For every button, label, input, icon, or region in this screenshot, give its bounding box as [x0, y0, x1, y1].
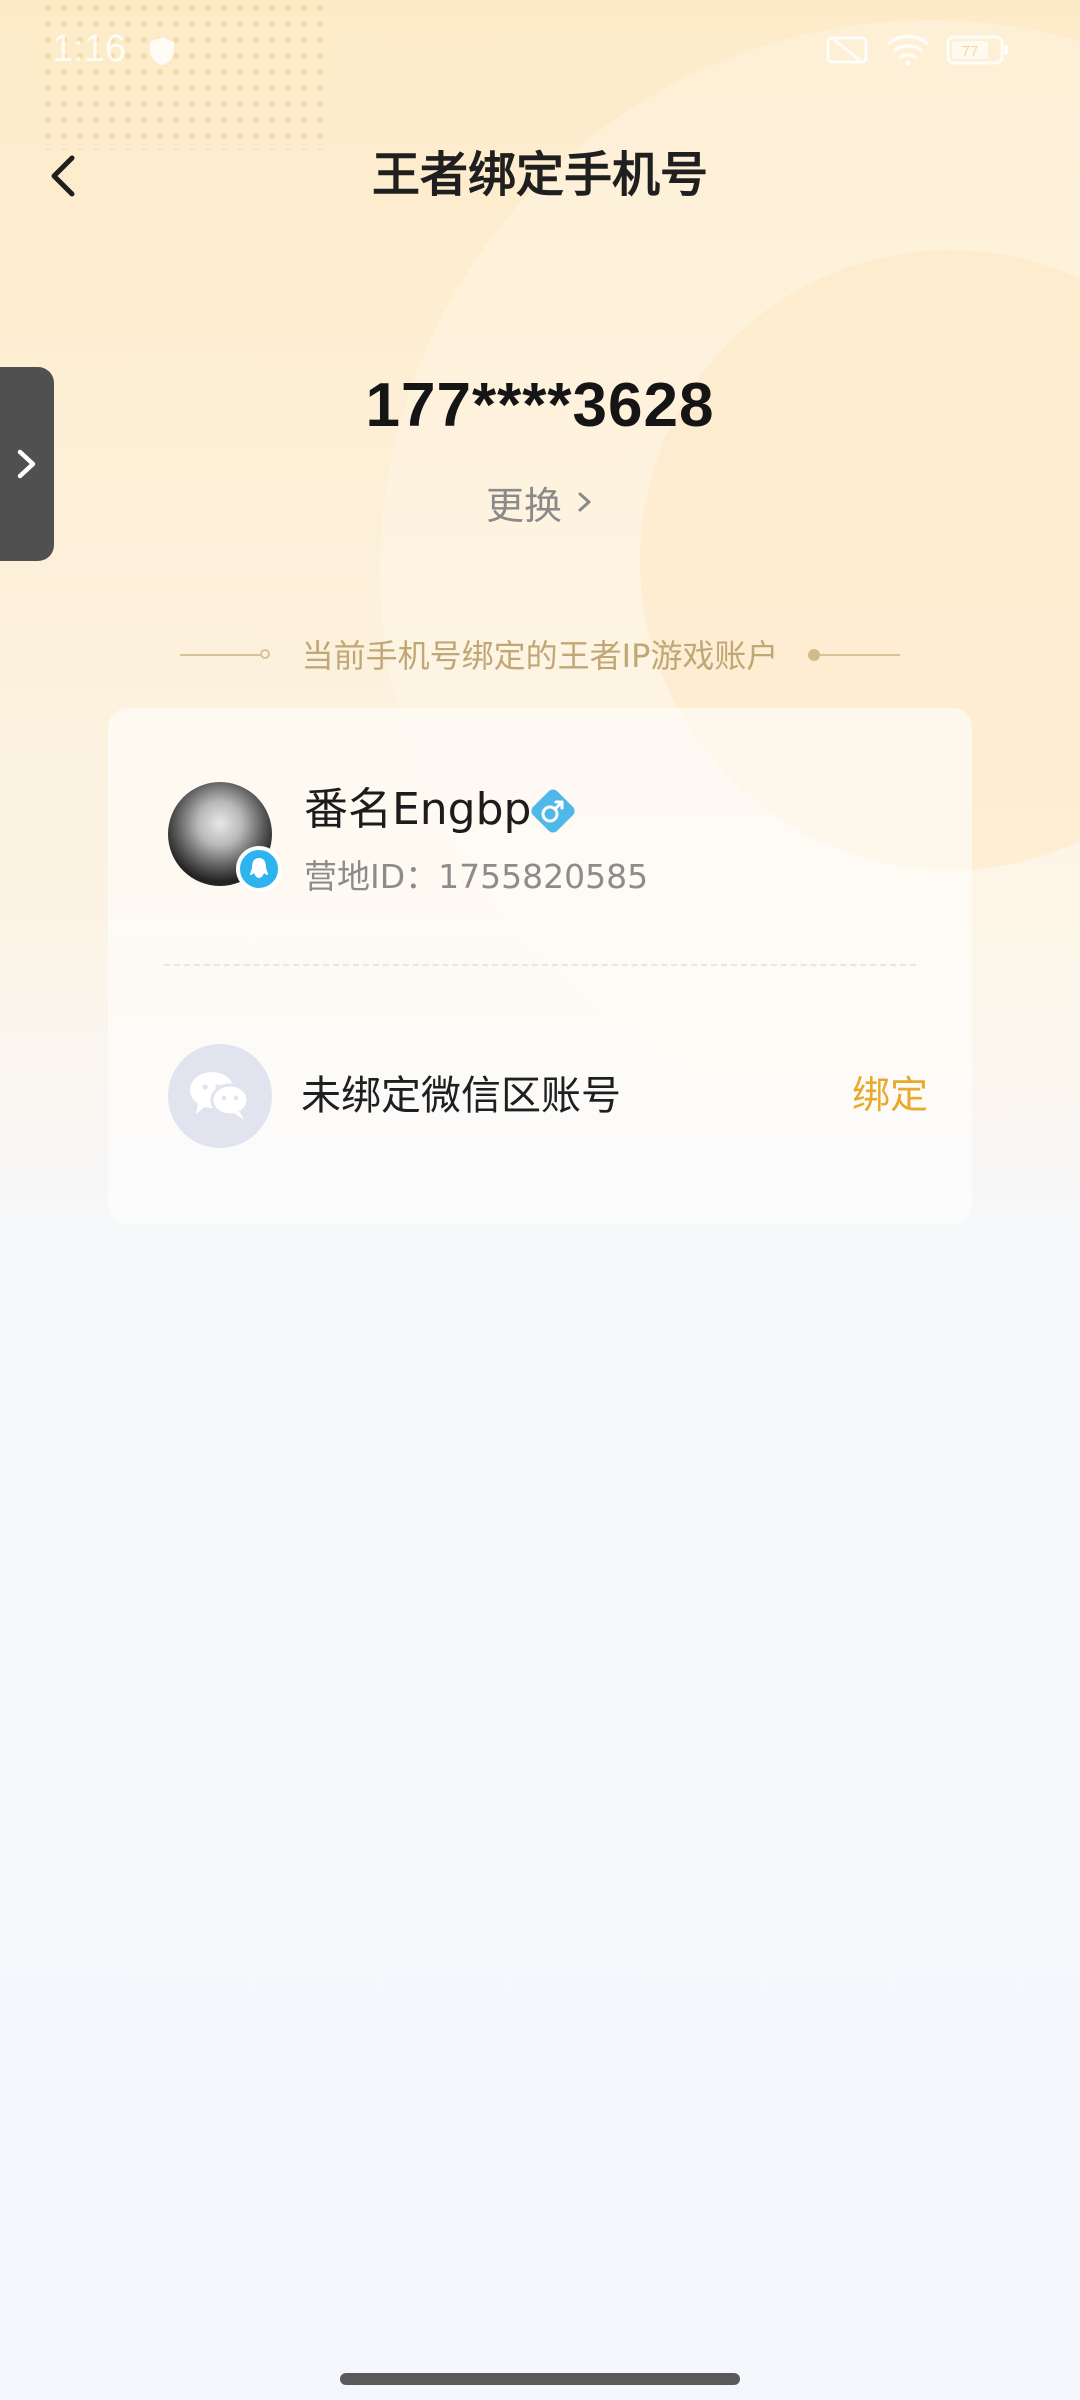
wechat-unbound-status: 未绑定微信区账号 [301, 1073, 621, 1119]
account-nickname: 番名Engbp [304, 784, 532, 835]
decorative-line [820, 654, 900, 656]
home-indicator[interactable] [340, 2373, 740, 2385]
status-time: 1:16 [52, 28, 126, 70]
bind-wechat-button[interactable]: 绑定 [828, 1062, 928, 1128]
chevron-right-icon [578, 492, 591, 512]
qq-icon [236, 846, 282, 892]
camp-id: 营地ID：1755820585 [304, 857, 649, 896]
wechat-icon [168, 1044, 272, 1148]
decorative-dot [808, 649, 820, 661]
page-title: 王者绑定手机号 [371, 147, 708, 203]
section-caption-text: 当前手机号绑定的王者IP游戏账户 [301, 637, 779, 675]
male-icon [531, 789, 575, 833]
wifi-icon [886, 34, 930, 66]
divider [164, 964, 916, 966]
section-caption: 当前手机号绑定的王者IP游戏账户 [0, 628, 1080, 684]
chevron-right-icon [17, 449, 36, 479]
change-label: 更换 [485, 483, 562, 528]
status-bar: 1:16 77 [0, 0, 1080, 100]
shield-icon [150, 37, 174, 65]
battery-icon: 77 [946, 35, 1008, 65]
screen: 1:16 77 王者绑定手机号 177****3628 更换 当前手机号绑定的王… [0, 0, 1080, 2400]
svg-text:77: 77 [962, 43, 979, 60]
bound-phone-number: 177****3628 [365, 371, 715, 440]
notification-off-icon [826, 36, 868, 64]
change-phone-button[interactable]: 更换 [480, 472, 600, 532]
bound-accounts-card: 番名Engbp 营地ID：1755820585 未绑定微信区账号 绑定 [108, 708, 972, 1224]
